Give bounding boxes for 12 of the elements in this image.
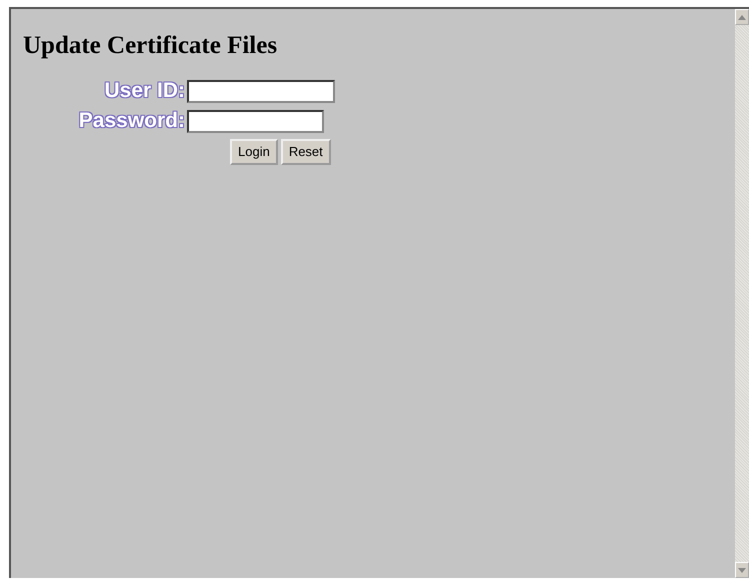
- login-button[interactable]: Login: [230, 139, 278, 165]
- up-arrow-icon: [738, 14, 746, 20]
- field-label: Password:: [78, 109, 185, 133]
- down-arrow-icon: [738, 568, 746, 572]
- user-id-field[interactable]: [187, 80, 335, 102]
- password-field[interactable]: [187, 110, 324, 132]
- scrollbar[interactable]: [735, 9, 749, 578]
- scroll-up-button[interactable]: [735, 9, 749, 25]
- scroll-down-button[interactable]: [735, 562, 749, 578]
- field-label: User ID:: [103, 79, 185, 103]
- reset-button[interactable]: Reset: [280, 139, 331, 165]
- page-title: Update Certificate Files: [23, 31, 278, 61]
